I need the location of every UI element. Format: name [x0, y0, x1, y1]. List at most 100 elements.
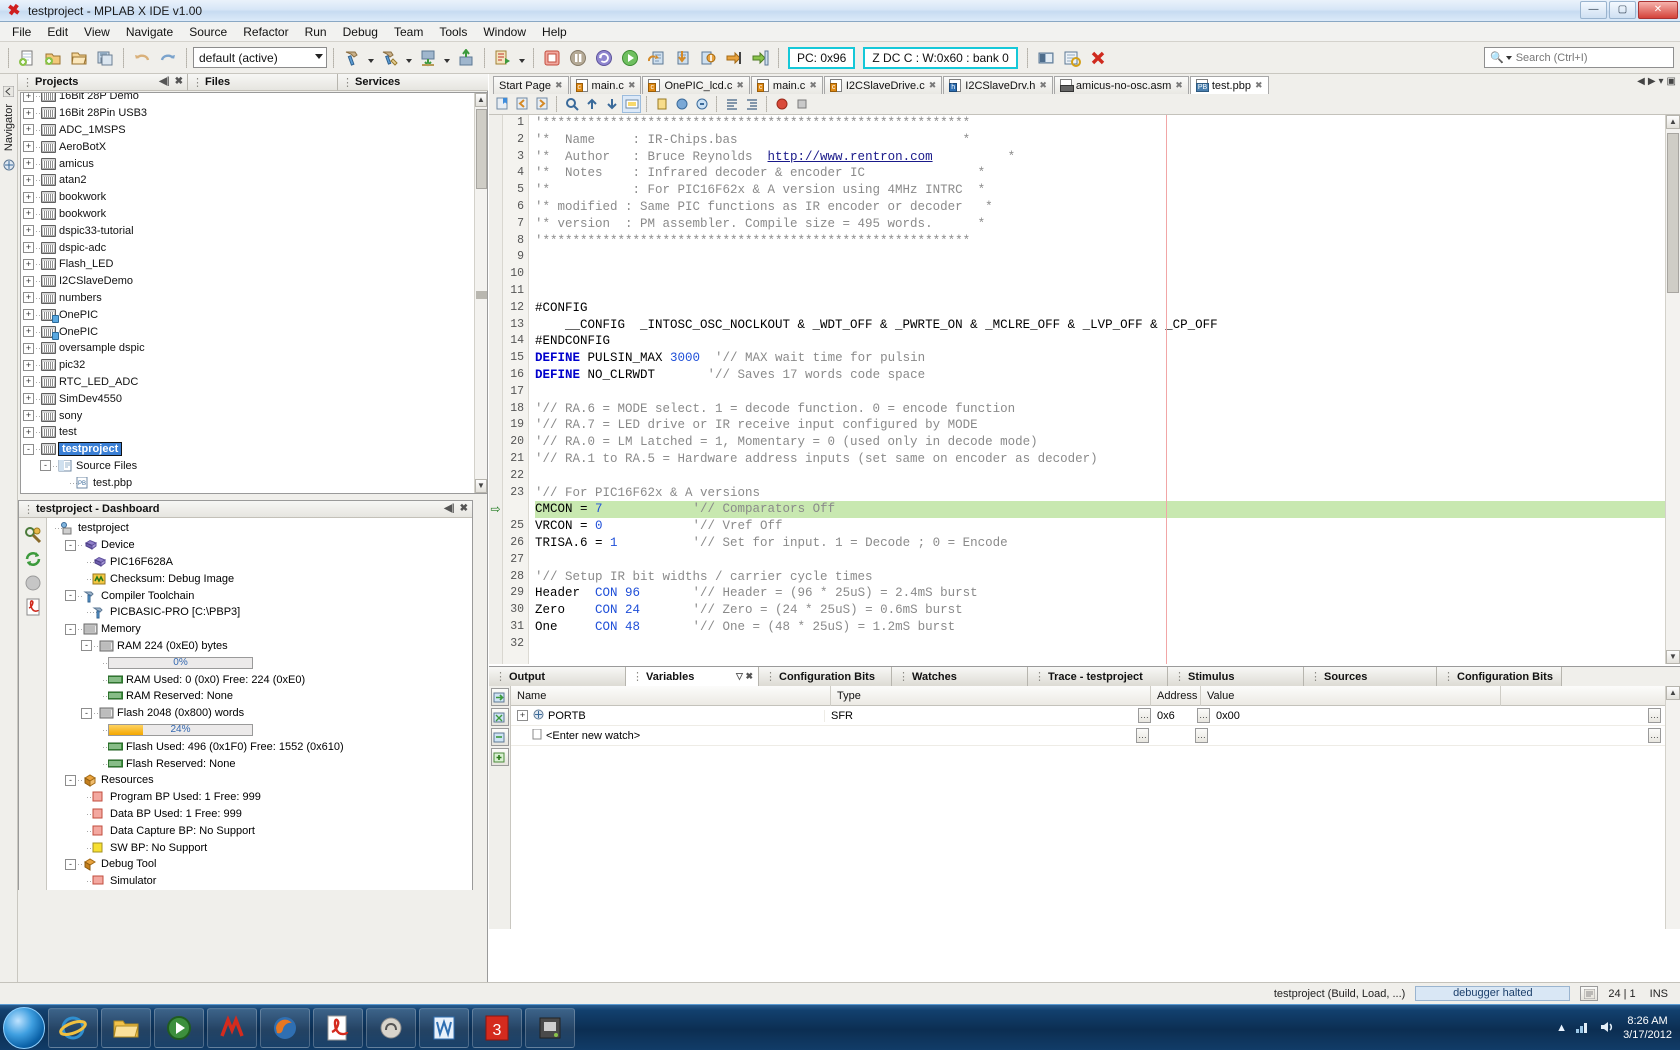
tree-toggle-icon[interactable]: - [81, 640, 92, 651]
editor-source-text[interactable]: '***************************************… [529, 115, 1665, 664]
navigator-strip[interactable]: Navigator [0, 74, 18, 1004]
column-header-value[interactable]: Value [1201, 686, 1501, 706]
projects-tree[interactable]: +···16Bit 28P Demo+···16Bit 28Pin USB3+·… [21, 93, 487, 491]
step-into-icon[interactable] [670, 46, 694, 70]
set-pc-icon[interactable] [748, 46, 772, 70]
value-picker-button[interactable]: … [1648, 728, 1661, 743]
halt-icon[interactable] [540, 46, 564, 70]
bottom-tab-variables[interactable]: ⋮Variables▽ ✖ [626, 667, 759, 686]
tab-list-icon[interactable]: ▾ [1659, 76, 1664, 87]
dashboard-tree-item[interactable]: -··RAM 224 (0xE0) bytes [49, 638, 472, 655]
next-bookmark-icon[interactable] [532, 95, 551, 113]
glyph-margin-row[interactable] [489, 468, 502, 485]
table-row[interactable]: <Enter new watch>……… [511, 726, 1665, 746]
toggle-highlight-icon[interactable] [622, 95, 641, 113]
tree-toggle-icon[interactable]: - [23, 444, 34, 455]
scroll-down-icon[interactable]: ▼ [475, 479, 487, 493]
tree-toggle-icon[interactable]: + [23, 124, 34, 135]
menu-refactor[interactable]: Refactor [235, 23, 296, 41]
dashboard-tree-item[interactable]: ····Checksum: Debug Image [49, 570, 472, 587]
make-and-program-icon[interactable] [416, 46, 440, 70]
clean-build-icon[interactable] [378, 46, 402, 70]
tree-toggle-icon[interactable]: + [23, 410, 34, 421]
menu-edit[interactable]: Edit [39, 23, 76, 41]
project-tree-item[interactable]: +···amicus [23, 155, 487, 172]
code-line[interactable]: __CONFIG _INTOSC_OSC_NOCLKOUT & _WDT_OFF… [535, 317, 1665, 334]
glyph-margin-row[interactable] [489, 401, 502, 418]
menu-tools[interactable]: Tools [431, 23, 475, 41]
project-tree-item[interactable]: +···bookwork [23, 206, 487, 223]
glyph-margin-row[interactable] [489, 266, 502, 283]
close-tab-icon[interactable]: ✖ [555, 80, 563, 91]
tree-toggle-icon[interactable]: + [23, 242, 34, 253]
new-project-icon[interactable] [41, 46, 65, 70]
dashboard-tree-item[interactable]: -··Memory [49, 621, 472, 638]
scroll-up-icon[interactable]: ▲ [1666, 115, 1680, 129]
scroll-up-icon[interactable]: ▲ [475, 93, 487, 107]
minimize-panel-icon[interactable]: ◀| [444, 503, 455, 514]
internet-explorer-icon[interactable] [48, 1008, 98, 1048]
glyph-margin-row[interactable] [489, 585, 502, 602]
project-tree-item[interactable]: +···atan2 [23, 172, 487, 189]
project-tree-item[interactable]: +···AeroBotX [23, 138, 487, 155]
code-line[interactable]: VRCON = 0 '// Vref Off [535, 518, 1665, 535]
dashboard-tree-item[interactable]: ····Data Capture BP: No Support [49, 822, 472, 839]
scroll-down-icon[interactable]: ▼ [1666, 650, 1680, 664]
tree-toggle-icon[interactable]: + [23, 141, 34, 152]
debug-dropdown-icon[interactable] [517, 46, 527, 70]
bottom-tab-stimulus[interactable]: ⋮Stimulus [1168, 667, 1304, 686]
editor-tab-i2cslavedrv-h[interactable]: I2CSlaveDrv.h✖ [943, 76, 1053, 94]
close-panel-icon[interactable]: ✖ [175, 76, 183, 87]
code-line[interactable] [535, 468, 1665, 485]
acrobat-icon[interactable] [313, 1008, 363, 1048]
project-properties-icon[interactable] [23, 525, 43, 545]
notifications-icon[interactable] [1580, 986, 1598, 1001]
project-tree-item[interactable]: +···16Bit 28Pin USB3 [23, 105, 487, 122]
project-tree-item[interactable]: +···sony [23, 407, 487, 424]
type-picker-button[interactable]: … [1136, 728, 1149, 743]
dashboard-tree-item[interactable]: -··Resources [49, 772, 472, 789]
editor-tab-test-pbp[interactable]: test.pbp✖ [1190, 76, 1269, 94]
editor-tab-main-c[interactable]: main.c✖ [570, 76, 642, 94]
menu-file[interactable]: File [4, 23, 39, 41]
media-player-icon[interactable] [154, 1008, 204, 1048]
tree-toggle-icon[interactable]: - [65, 624, 76, 635]
dashboard-tree[interactable]: ····testproject-··Device····PIC16F628A··… [47, 518, 472, 890]
tree-toggle-icon[interactable]: + [23, 343, 34, 354]
projects-tree-container[interactable]: +···16Bit 28P Demo+···16Bit 28Pin USB3+·… [20, 92, 488, 494]
code-line[interactable]: One CON 48 '// One = (48 * 25uS) = 1.2mS… [535, 619, 1665, 636]
glyph-margin-row[interactable] [489, 165, 502, 182]
tree-toggle-icon[interactable]: + [23, 427, 34, 438]
stop-macro-icon[interactable] [792, 95, 811, 113]
close-button[interactable]: ✕ [1638, 1, 1678, 19]
dashboard-tree-item[interactable]: ····PICBASIC-PRO [C:\PBP3] [49, 604, 472, 621]
clean-build-dropdown-icon[interactable] [404, 46, 414, 70]
project-tree-item[interactable]: +···bookwork [23, 189, 487, 206]
new-watch-icon[interactable] [491, 688, 509, 706]
bottom-tab-output[interactable]: ⋮Output [489, 667, 626, 686]
code-line[interactable] [535, 636, 1665, 653]
tree-toggle-icon[interactable]: + [23, 175, 34, 186]
glyph-margin-row[interactable] [489, 367, 502, 384]
minimize-panel-icon[interactable]: ▽ [736, 671, 743, 681]
dashboard-tree-item[interactable]: ····RAM Reserved: None [49, 688, 472, 705]
previous-bookmark-icon[interactable] [512, 95, 531, 113]
memory-view-icon[interactable] [1034, 46, 1058, 70]
tree-toggle-icon[interactable]: + [23, 292, 34, 303]
step-out-icon[interactable] [696, 46, 720, 70]
tree-toggle-icon[interactable]: - [40, 460, 51, 471]
address-picker-button[interactable]: … [1195, 728, 1208, 743]
save-all-icon[interactable] [93, 46, 117, 70]
code-line[interactable]: Header CON 96 '// Header = (96 * 25uS) =… [535, 585, 1665, 602]
project-tree-item[interactable]: +···Flash_LED [23, 256, 487, 273]
windows-explorer-icon[interactable] [101, 1008, 151, 1048]
glyph-margin-row[interactable] [489, 132, 502, 149]
code-line[interactable]: '// RA.0 = LM Latched = 1, Momentary = 0… [535, 434, 1665, 451]
close-tab-icon[interactable]: ✖ [809, 80, 817, 91]
close-panel-icon[interactable]: ✖ [745, 671, 753, 681]
menu-navigate[interactable]: Navigate [118, 23, 181, 41]
glyph-margin-row[interactable] [489, 300, 502, 317]
tree-toggle-icon[interactable]: - [65, 590, 76, 601]
watch-view-icon[interactable] [1060, 46, 1084, 70]
glyph-margin-row[interactable] [489, 485, 502, 502]
